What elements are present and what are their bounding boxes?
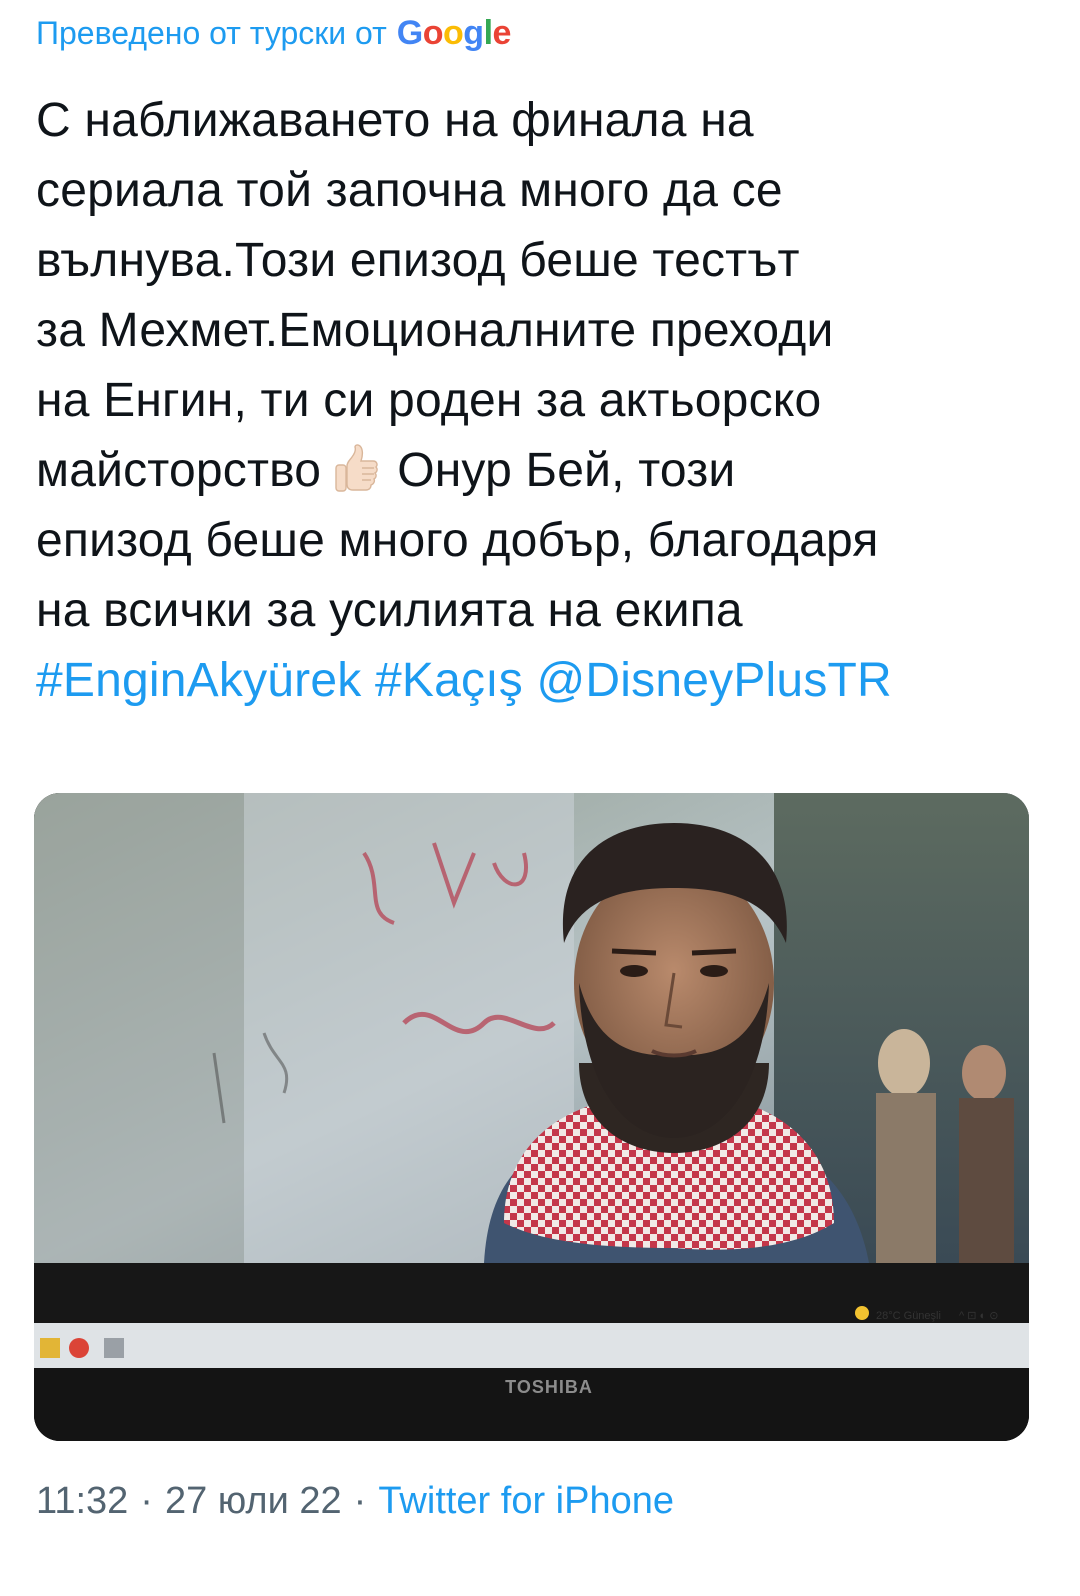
tweet-word: майсторство (36, 444, 322, 497)
tweet-line-with-emoji: майсторство Онур Бей, този (36, 436, 1046, 506)
tweet-date: 27 юли 22 (164, 1480, 342, 1522)
tweet-source-link[interactable]: Twitter for iPhone (378, 1480, 674, 1522)
tweet-word: Онур Бей, този (397, 444, 736, 497)
mention-link[interactable]: @DisneyPlusTR (537, 654, 892, 707)
taskbar-weather: 28°C Güneşli (876, 1310, 941, 1322)
svg-text:^ ⊡ ◐ ⊙: ^ ⊡ ◐ ⊙ (959, 1310, 998, 1322)
tweet-meta: 11:32 · 27 юли 22 · Twitter for iPhone (36, 1480, 674, 1522)
tweet-line: епизод беше много добър, благодаря (36, 514, 879, 567)
laptop-brand: TOSHIBA (505, 1377, 593, 1397)
thumbs-up-emoji-icon (333, 444, 383, 496)
tweet-links: #EnginAkyürek #Kaçış @DisneyPlusTR (36, 646, 1046, 716)
tweet-line: сериала той започна много да се (36, 164, 783, 217)
tweet-time: 11:32 (36, 1480, 129, 1522)
hashtag-link[interactable]: #EnginAkyürek (36, 654, 361, 707)
tweet-line: на всички за усилията на екипа (36, 584, 743, 637)
google-logo: Google (396, 14, 512, 52)
hashtag-link[interactable]: #Kaçış (375, 654, 523, 707)
tweet-line: вълнува.Този епизод беше тестът (36, 234, 800, 287)
tweet-text: С наближаването на финала на сериала той… (36, 86, 1046, 716)
tweet-line: на Енгин, ти си роден за актьорско (36, 374, 822, 427)
tweet-photo[interactable]: 28°C Güneşli ^ ⊡ ◐ ⊙ TOSHIBA (34, 793, 1029, 1441)
tweet-line: С наближаването на финала на (36, 94, 754, 147)
translation-note[interactable]: Преведено от турски от Google (36, 14, 511, 53)
laptop-screen-photo: 28°C Güneşli ^ ⊡ ◐ ⊙ TOSHIBA (34, 793, 1029, 1441)
translation-prefix: Преведено от турски от (36, 15, 387, 51)
tweet-line: за Мехмет.Емоционалните преходи (36, 304, 834, 357)
